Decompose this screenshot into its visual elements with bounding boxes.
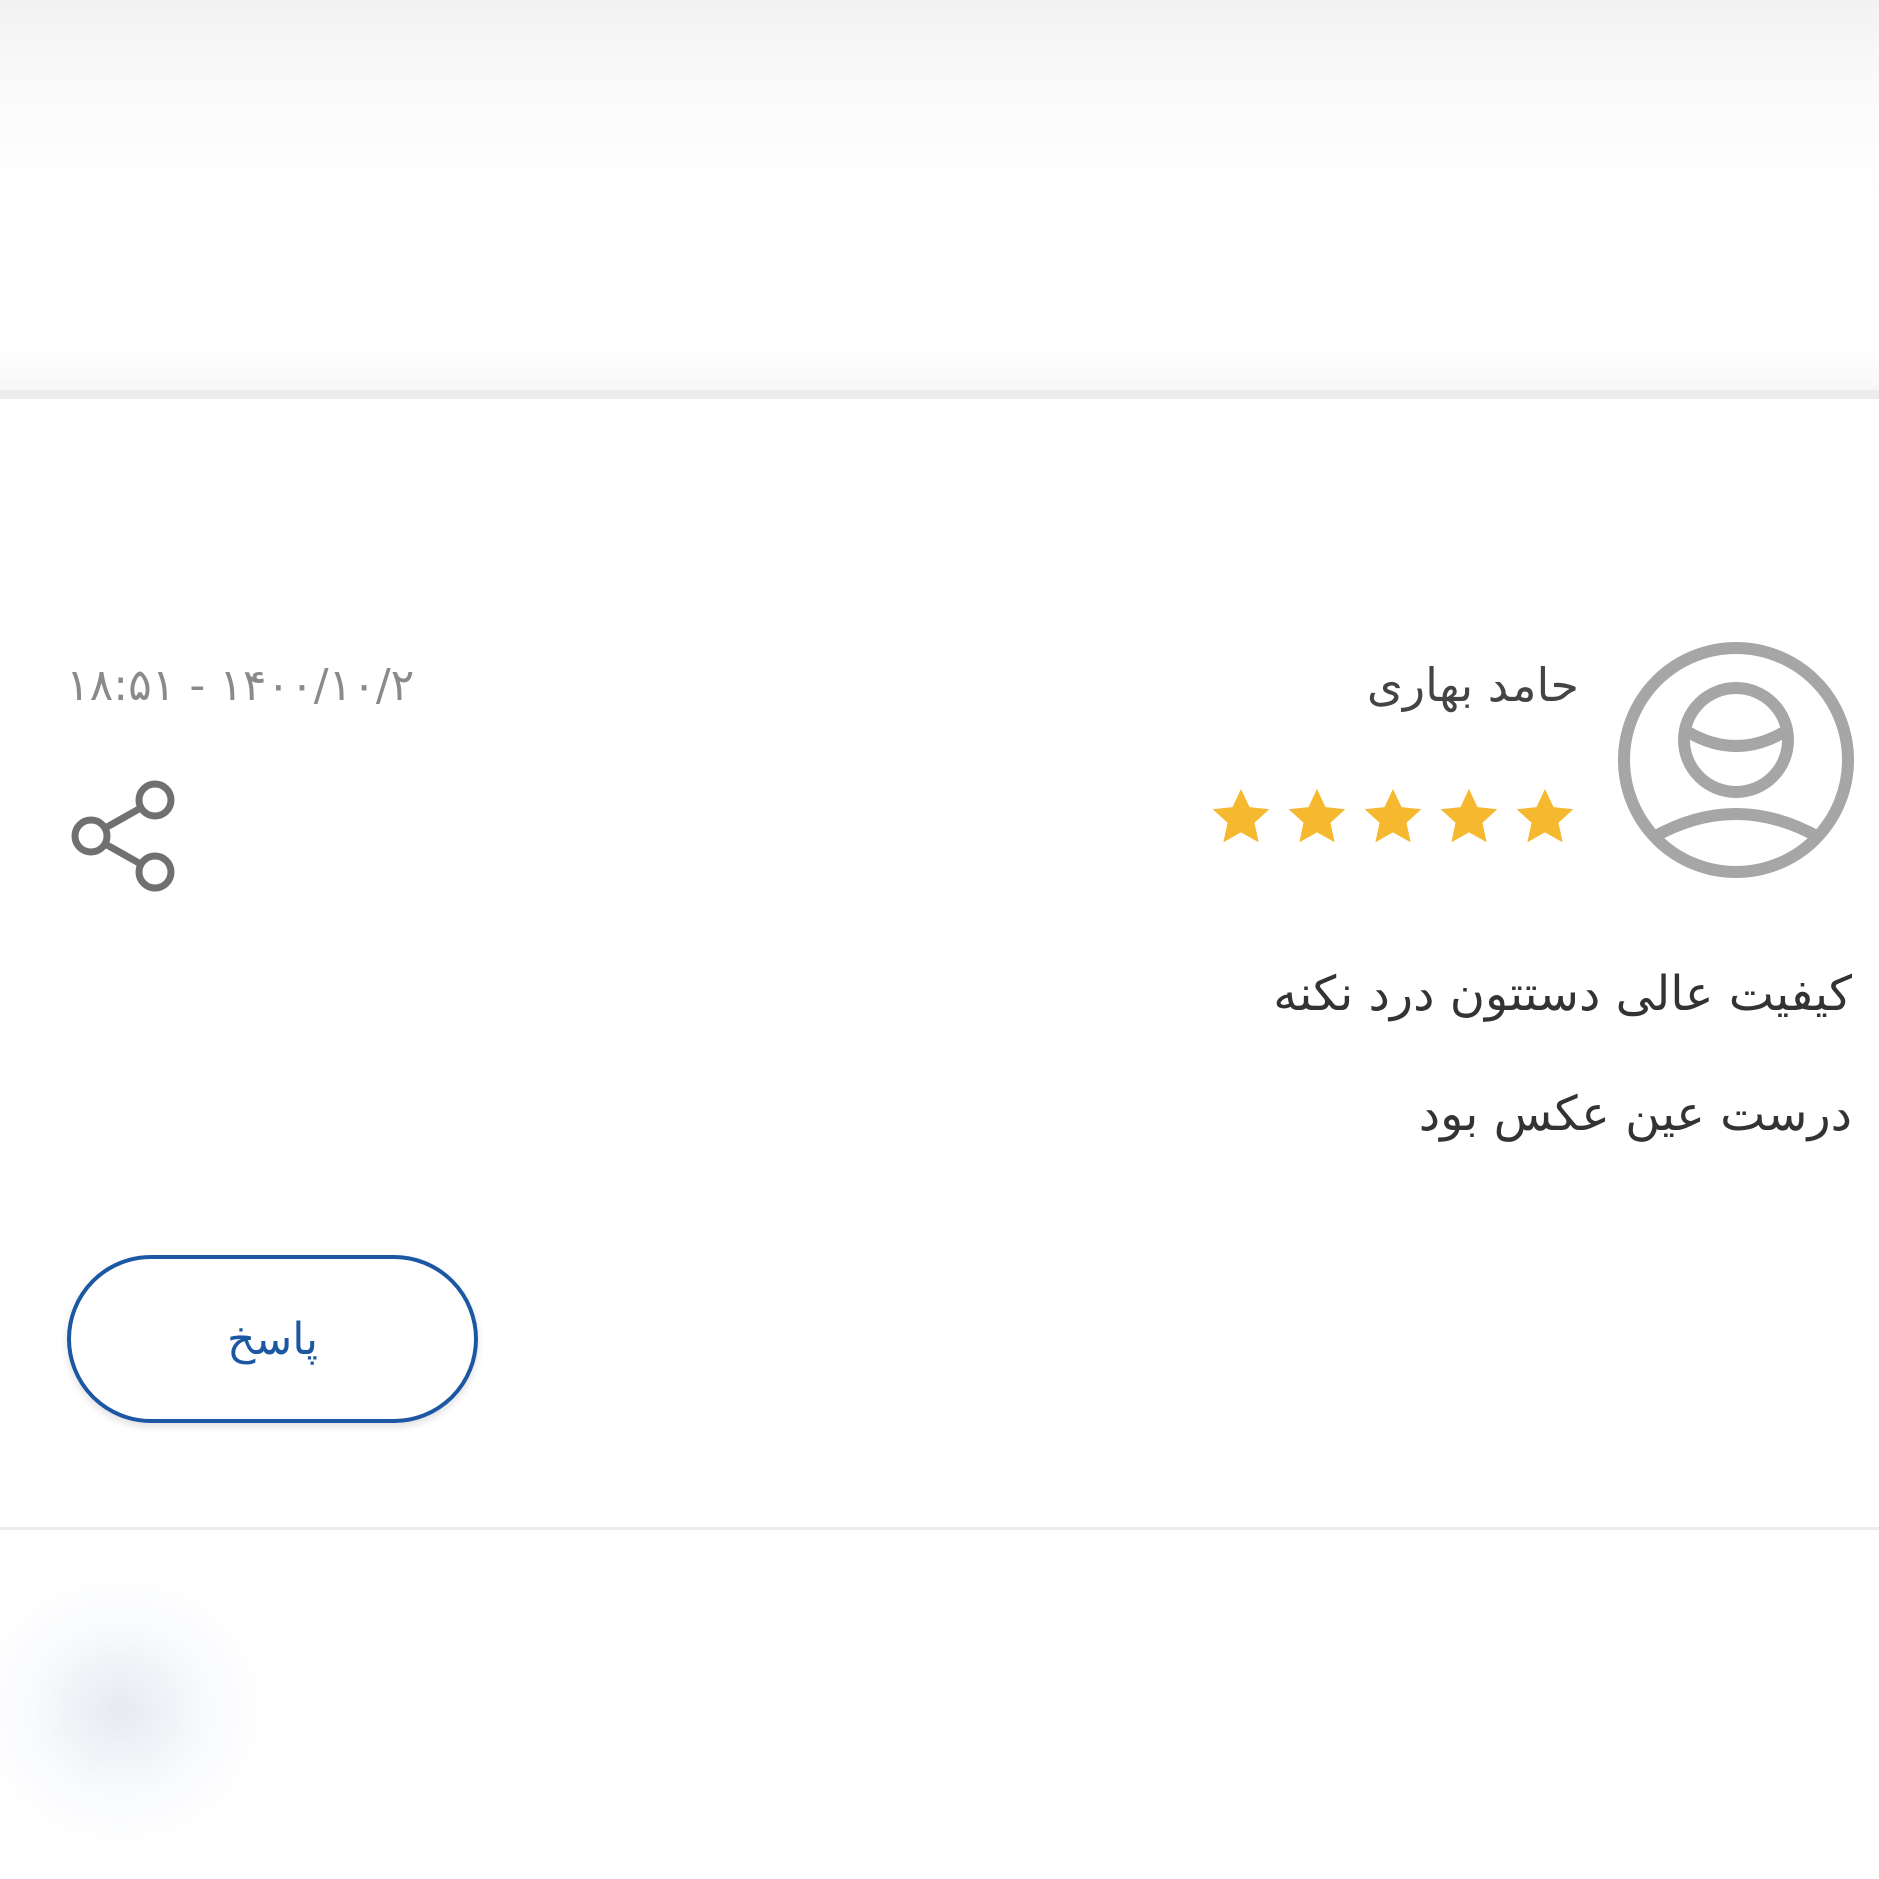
review-comment-line: درست عین عکس بود: [1418, 1086, 1852, 1142]
review-page: حامد بهاری کیفیت عالی دستتون درد نکنه در…: [0, 0, 1879, 1879]
next-item-placeholder: [0, 1560, 280, 1860]
star-icon: [1440, 788, 1498, 843]
reviewer-name: حامد بهاری: [1366, 658, 1579, 712]
review-timestamp: ۱۸:۵۱ - ۱۴۰۰/۱۰/۲: [66, 660, 415, 711]
star-rating: [1208, 784, 1578, 850]
section-divider: [0, 390, 1879, 399]
star-icon: [1516, 788, 1574, 843]
reply-button[interactable]: پاسخ: [67, 1255, 478, 1423]
star-icon: [1212, 788, 1270, 843]
star-icon: [1364, 788, 1422, 843]
previous-review-area: [0, 0, 1879, 390]
star-icon: [1288, 788, 1346, 843]
user-avatar-icon: [1618, 642, 1854, 878]
reply-button-label: پاسخ: [227, 1313, 318, 1365]
section-divider: [0, 1527, 1879, 1530]
share-icon[interactable]: [64, 774, 182, 892]
review-comment-line: کیفیت عالی دستتون درد نکنه: [1273, 966, 1852, 1022]
